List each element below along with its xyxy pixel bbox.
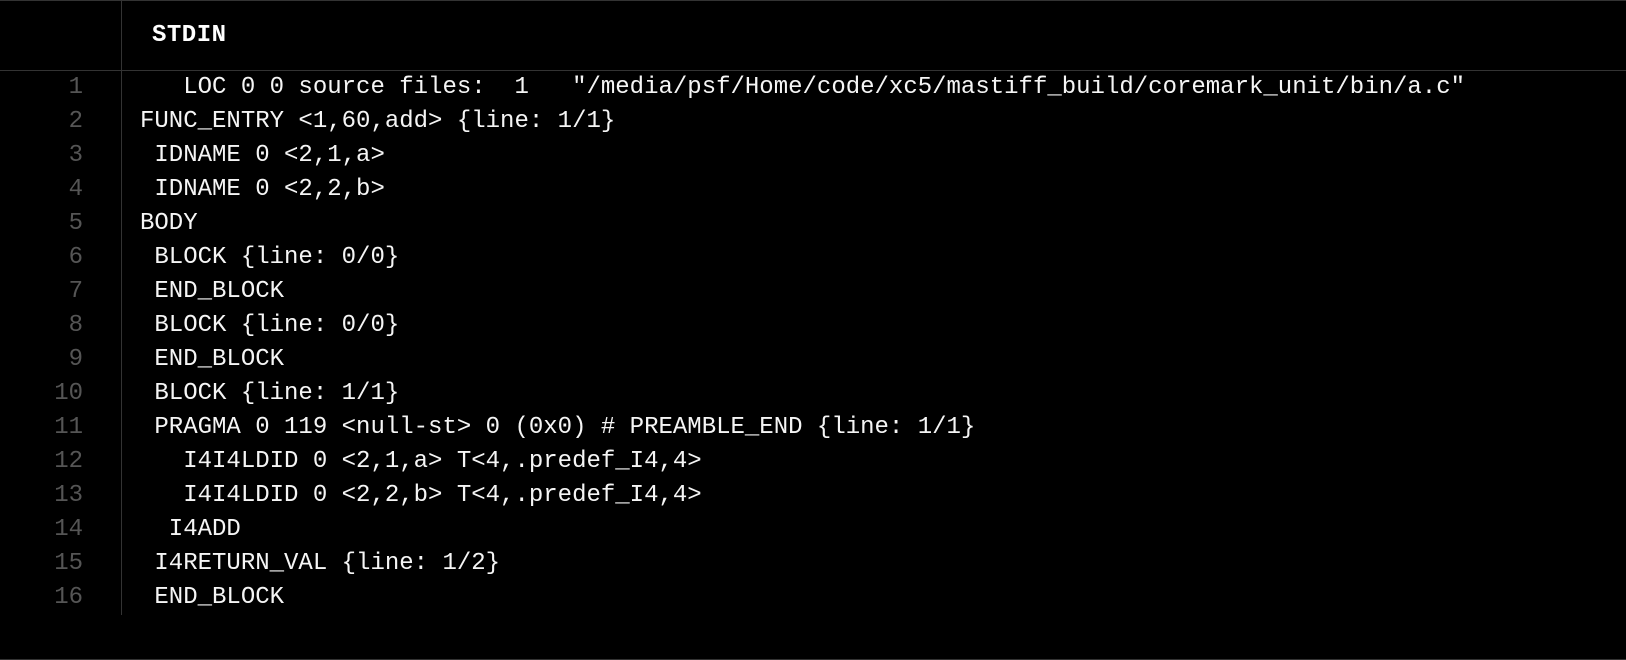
code-area[interactable]: 1 LOC 0 0 source files: 1 "/media/psf/Ho… [0,71,1626,660]
line-number: 2 [0,105,122,139]
line-text: PRAGMA 0 119 <null-st> 0 (0x0) # PREAMBL… [122,411,975,445]
line-number: 7 [0,275,122,309]
code-line[interactable]: 11 PRAGMA 0 119 <null-st> 0 (0x0) # PREA… [0,411,1626,445]
line-text: BLOCK {line: 1/1} [122,377,399,411]
line-text: I4ADD [122,513,241,547]
line-text: BODY [122,207,198,241]
code-line[interactable]: 1 LOC 0 0 source files: 1 "/media/psf/Ho… [0,71,1626,105]
line-number: 5 [0,207,122,241]
line-text: FUNC_ENTRY <1,60,add> {line: 1/1} [122,105,615,139]
code-line[interactable]: 7 END_BLOCK [0,275,1626,309]
line-text: I4I4LDID 0 <2,1,a> T<4,.predef_I4,4> [122,445,702,479]
code-line[interactable]: 16 END_BLOCK [0,581,1626,615]
code-line[interactable]: 3 IDNAME 0 <2,1,a> [0,139,1626,173]
panel-title: STDIN [122,1,1626,70]
line-number: 14 [0,513,122,547]
code-line[interactable]: 4 IDNAME 0 <2,2,b> [0,173,1626,207]
line-number: 15 [0,547,122,581]
gutter-header-spacer [0,1,122,70]
line-number: 16 [0,581,122,615]
code-line[interactable]: 5BODY [0,207,1626,241]
line-number: 1 [0,71,122,105]
line-text: I4I4LDID 0 <2,2,b> T<4,.predef_I4,4> [122,479,702,513]
line-text: END_BLOCK [122,581,284,615]
code-line[interactable]: 14 I4ADD [0,513,1626,547]
line-text: BLOCK {line: 0/0} [122,309,399,343]
line-number: 6 [0,241,122,275]
line-number: 13 [0,479,122,513]
line-text: BLOCK {line: 0/0} [122,241,399,275]
code-line[interactable]: 8 BLOCK {line: 0/0} [0,309,1626,343]
code-viewer: STDIN 1 LOC 0 0 source files: 1 "/media/… [0,0,1626,660]
line-number: 8 [0,309,122,343]
code-line[interactable]: 9 END_BLOCK [0,343,1626,377]
line-number: 12 [0,445,122,479]
code-line[interactable]: 12 I4I4LDID 0 <2,1,a> T<4,.predef_I4,4> [0,445,1626,479]
line-text: IDNAME 0 <2,2,b> [122,173,385,207]
line-number: 9 [0,343,122,377]
code-line[interactable]: 10 BLOCK {line: 1/1} [0,377,1626,411]
code-line[interactable]: 15 I4RETURN_VAL {line: 1/2} [0,547,1626,581]
line-text: IDNAME 0 <2,1,a> [122,139,385,173]
line-text: LOC 0 0 source files: 1 "/media/psf/Home… [122,71,1465,105]
code-line[interactable]: 2FUNC_ENTRY <1,60,add> {line: 1/1} [0,105,1626,139]
code-line[interactable]: 13 I4I4LDID 0 <2,2,b> T<4,.predef_I4,4> [0,479,1626,513]
line-text: I4RETURN_VAL {line: 1/2} [122,547,500,581]
line-text: END_BLOCK [122,275,284,309]
header-row: STDIN [0,1,1626,71]
line-number: 4 [0,173,122,207]
line-number: 10 [0,377,122,411]
code-line[interactable]: 6 BLOCK {line: 0/0} [0,241,1626,275]
line-number: 11 [0,411,122,445]
line-number: 3 [0,139,122,173]
line-text: END_BLOCK [122,343,284,377]
